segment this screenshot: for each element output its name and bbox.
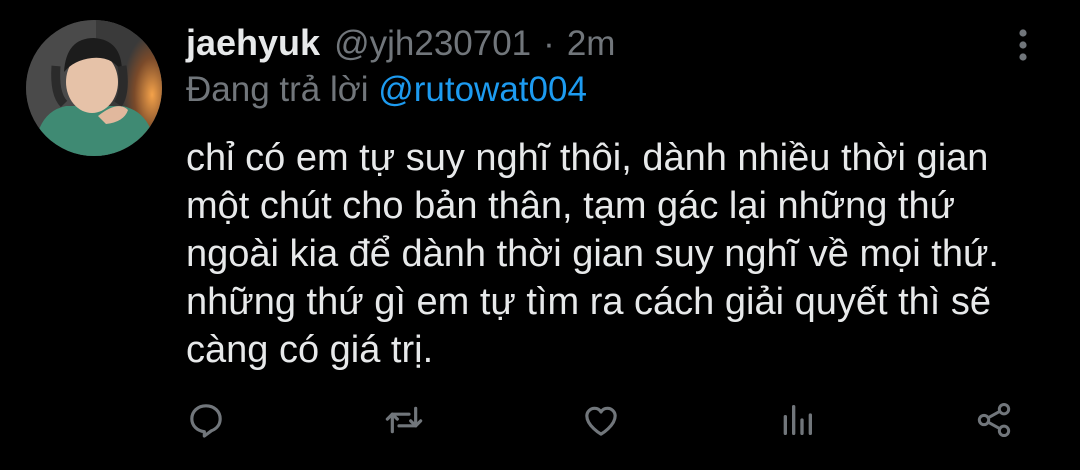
like-button[interactable]	[575, 394, 627, 446]
tweet-body-line: càng có giá trị.	[186, 329, 434, 371]
reply-icon	[190, 404, 222, 438]
tweet-body-line: chỉ có em tự suy nghĩ thôi, dành nhiều t…	[186, 137, 989, 179]
retweet-button[interactable]	[378, 394, 430, 446]
share-button[interactable]	[968, 394, 1020, 446]
user-handle[interactable]: @yjh230701	[334, 24, 531, 64]
tweet-body: chỉ có em tự suy nghĩ thôi, dành nhiều t…	[186, 134, 1066, 374]
retweet-icon	[385, 406, 423, 434]
reply-prefix: Đang trả lời	[186, 70, 369, 109]
tweet-body-line: một chút cho bản thân, tạm gác lại những…	[186, 185, 956, 227]
share-icon	[977, 403, 1011, 437]
avatar-photo	[26, 20, 162, 156]
more-vertical-icon	[1019, 29, 1027, 61]
tweet-body-line: những thứ gì em tự tìm ra cách giải quyế…	[186, 281, 992, 323]
timestamp[interactable]: 2m	[567, 24, 616, 64]
analytics-icon	[783, 405, 812, 435]
reply-button[interactable]	[180, 394, 232, 446]
reply-context: Đang trả lời @rutowat004	[186, 70, 587, 110]
analytics-button[interactable]	[771, 394, 823, 446]
tweet-header: jaehyuk @yjh230701 · 2m	[186, 22, 615, 66]
display-name[interactable]: jaehyuk	[186, 22, 320, 64]
tweet-actions	[0, 394, 1080, 446]
reply-mention-link[interactable]: @rutowat004	[378, 70, 587, 109]
separator-dot: ·	[543, 24, 555, 63]
tweet-body-line: ngoài kia để dành thời gian suy nghĩ về …	[186, 233, 999, 275]
tweet[interactable]: jaehyuk @yjh230701 · 2m Đang trả lời @ru…	[0, 0, 1080, 470]
more-options-button[interactable]	[1008, 28, 1038, 62]
avatar[interactable]	[26, 20, 162, 156]
heart-icon	[585, 406, 617, 436]
